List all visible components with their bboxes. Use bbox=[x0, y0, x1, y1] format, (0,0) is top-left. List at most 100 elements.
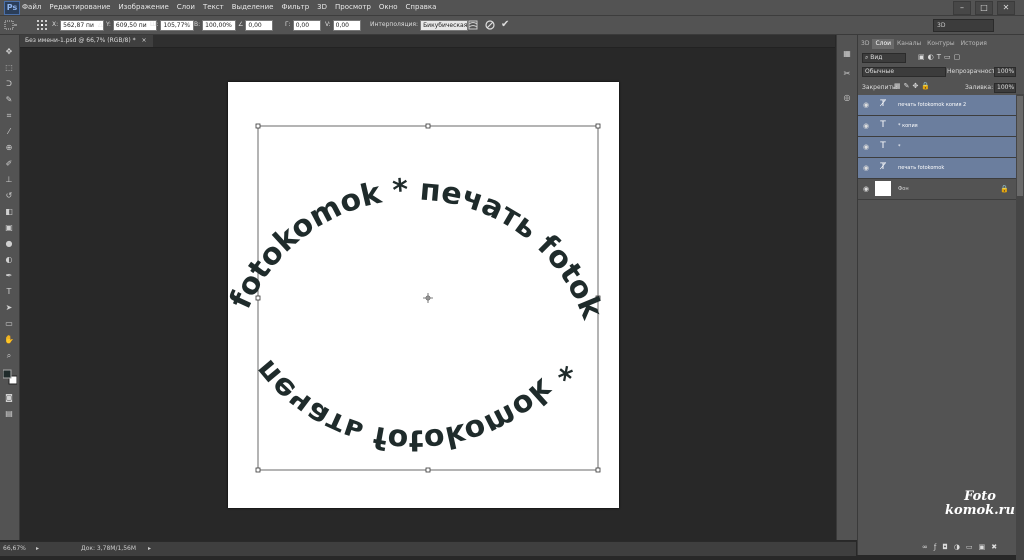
gradient-tool-icon[interactable]: ▣ bbox=[3, 223, 15, 233]
visibility-eye-icon[interactable]: ◉ bbox=[861, 158, 871, 178]
handle-bottom-right[interactable] bbox=[595, 467, 601, 473]
document-tab[interactable]: Без имени-1.psd @ 66,7% (RGB/8) * × bbox=[19, 35, 153, 47]
menu-3d[interactable]: 3D bbox=[317, 0, 327, 15]
handle-bottom-center[interactable] bbox=[425, 467, 431, 473]
handle-top-right[interactable] bbox=[595, 123, 601, 129]
blend-mode-select[interactable]: Обычные bbox=[862, 67, 946, 77]
menu-image[interactable]: Изображение bbox=[118, 0, 168, 15]
tool-presets-icon[interactable]: ✂ bbox=[841, 69, 853, 79]
new-layer-icon[interactable]: ▣ bbox=[979, 543, 992, 551]
menu-file[interactable]: Файл bbox=[22, 0, 41, 15]
visibility-eye-icon[interactable]: ◉ bbox=[861, 95, 871, 115]
tab-history[interactable]: История bbox=[958, 39, 990, 49]
zoom-tool-icon[interactable]: ⌕ bbox=[3, 351, 15, 361]
status-menu-icon[interactable]: ▸ bbox=[148, 542, 151, 556]
layers-scrollbar-thumb[interactable] bbox=[1017, 96, 1023, 196]
menu-edit[interactable]: Редактирование bbox=[49, 0, 110, 15]
zoom-level[interactable]: 66,67% bbox=[3, 542, 26, 556]
type-tool-icon[interactable]: T bbox=[3, 287, 15, 297]
brush-tool-icon[interactable]: ✐ bbox=[3, 159, 15, 169]
layer-row[interactable]: ◉ T * копия bbox=[858, 116, 1016, 137]
tab-close-icon[interactable]: × bbox=[142, 37, 147, 44]
move-tool-icon[interactable]: ✥ bbox=[3, 47, 15, 57]
menu-type[interactable]: Текст bbox=[203, 0, 224, 15]
vskew-field[interactable]: 0,00 bbox=[332, 19, 361, 31]
quick-select-tool-icon[interactable]: ✎ bbox=[3, 95, 15, 105]
visibility-eye-icon[interactable]: ◉ bbox=[861, 137, 871, 157]
tab-channels[interactable]: Каналы bbox=[894, 39, 924, 49]
menu-view[interactable]: Просмотр bbox=[335, 0, 371, 15]
handle-top-center[interactable] bbox=[425, 123, 431, 129]
handle-bottom-left[interactable] bbox=[255, 467, 261, 473]
clone-stamp-tool-icon[interactable]: ⊥ bbox=[3, 175, 15, 185]
layer-filter-select[interactable]: ⌕ Вид bbox=[862, 53, 906, 63]
visibility-eye-icon[interactable]: ◉ bbox=[861, 116, 871, 136]
crop-tool-icon[interactable]: ⌗ bbox=[3, 111, 15, 121]
hskew-field[interactable]: 0,00 bbox=[292, 19, 321, 31]
path-select-tool-icon[interactable]: ➤ bbox=[3, 303, 15, 313]
commit-transform-icon[interactable]: ✔ bbox=[501, 16, 509, 34]
reference-point-icon[interactable] bbox=[36, 16, 48, 34]
shape-tool-icon[interactable]: ▭ bbox=[3, 319, 15, 329]
menu-select[interactable]: Выделение bbox=[232, 0, 274, 15]
vskew-label: V: bbox=[325, 21, 331, 28]
handle-top-left[interactable] bbox=[255, 123, 261, 129]
quick-mask-icon[interactable]: ◙ bbox=[3, 393, 15, 403]
document-tab-label: Без имени-1.psd @ 66,7% (RGB/8) * bbox=[25, 37, 136, 44]
link-icon[interactable]: ∞ bbox=[186, 16, 191, 34]
watermark-logo: Foto komok.ru bbox=[940, 490, 1020, 540]
layer-name: * bbox=[898, 144, 901, 150]
visibility-eye-icon[interactable]: ◉ bbox=[861, 179, 871, 199]
pen-tool-icon[interactable]: ✒ bbox=[3, 271, 15, 281]
transform-center-icon[interactable] bbox=[423, 293, 433, 303]
cancel-transform-icon[interactable] bbox=[485, 16, 495, 34]
fill-field[interactable]: 100% bbox=[994, 83, 1016, 93]
marquee-tool-icon[interactable]: ⬚ bbox=[3, 63, 15, 73]
status-arrow-icon[interactable]: ▸ bbox=[36, 542, 39, 556]
maximize-button[interactable]: □ bbox=[975, 1, 993, 15]
color-swatches[interactable] bbox=[2, 369, 18, 387]
blur-tool-icon[interactable]: ● bbox=[3, 239, 15, 249]
workspace-switcher[interactable]: 3D bbox=[933, 19, 994, 32]
height-field[interactable]: 100,00% bbox=[202, 19, 237, 31]
layer-row[interactable]: ◉ Ⱦ печать fotokomok bbox=[858, 158, 1016, 179]
relative-position-icon[interactable]: △ bbox=[98, 16, 103, 34]
hand-tool-icon[interactable]: ✋ bbox=[3, 335, 15, 345]
menu-help[interactable]: Справка bbox=[406, 0, 437, 15]
eyedropper-tool-icon[interactable]: ⁄ bbox=[3, 127, 15, 137]
filter-icons[interactable]: ▣◐T▭▢ bbox=[918, 53, 963, 61]
properties-panel-icon[interactable]: ◎ bbox=[841, 93, 853, 103]
tab-layers[interactable]: Слои bbox=[872, 39, 895, 49]
height-label: В: bbox=[194, 21, 201, 28]
lasso-tool-icon[interactable]: ᑐ bbox=[3, 79, 15, 89]
tab-3d[interactable]: 3D bbox=[858, 39, 872, 49]
layers-footer-icons[interactable]: ∞ƒ◘◑▭▣✖ bbox=[858, 543, 1024, 555]
link-layers-icon[interactable]: ∞ bbox=[922, 543, 934, 551]
trash-icon[interactable]: ✖ bbox=[991, 543, 1003, 551]
menu-window[interactable]: Окно bbox=[379, 0, 398, 15]
layer-row[interactable]: ◉ T * bbox=[858, 137, 1016, 158]
history-brush-tool-icon[interactable]: ↺ bbox=[3, 191, 15, 201]
minimize-button[interactable]: – bbox=[953, 1, 971, 15]
dodge-tool-icon[interactable]: ◐ bbox=[3, 255, 15, 265]
healing-brush-tool-icon[interactable]: ⊕ bbox=[3, 143, 15, 153]
warp-mode-icon[interactable] bbox=[468, 16, 478, 34]
layer-row[interactable]: ◉ Фон 🔒 bbox=[858, 179, 1016, 200]
close-button[interactable]: ✕ bbox=[997, 1, 1015, 15]
group-icon[interactable]: ▭ bbox=[966, 543, 979, 551]
history-panel-icon[interactable]: ▦ bbox=[841, 49, 853, 59]
screen-mode-icon[interactable]: ▤ bbox=[3, 409, 15, 419]
layer-row[interactable]: ◉ Ⱦ печать fotokomok копия 2 bbox=[858, 95, 1016, 116]
artwork[interactable]: печать fotokomok * печать fotokomok * пе… bbox=[228, 82, 619, 508]
angle-field[interactable]: 0,00 bbox=[245, 19, 274, 31]
lock-icons[interactable]: ▦✎✥🔒 bbox=[894, 82, 933, 90]
tab-paths[interactable]: Контуры bbox=[924, 39, 957, 49]
mask-icon[interactable]: ◘ bbox=[942, 543, 954, 551]
opacity-field[interactable]: 100% bbox=[994, 67, 1016, 77]
interpolation-select[interactable]: Бикубическая bbox=[420, 19, 469, 31]
eraser-tool-icon[interactable]: ◧ bbox=[3, 207, 15, 217]
menu-filter[interactable]: Фильтр bbox=[281, 0, 309, 15]
adjustment-icon[interactable]: ◑ bbox=[954, 543, 966, 551]
menu-layers[interactable]: Слои bbox=[177, 0, 195, 15]
transform-tool-icon[interactable] bbox=[4, 16, 18, 34]
